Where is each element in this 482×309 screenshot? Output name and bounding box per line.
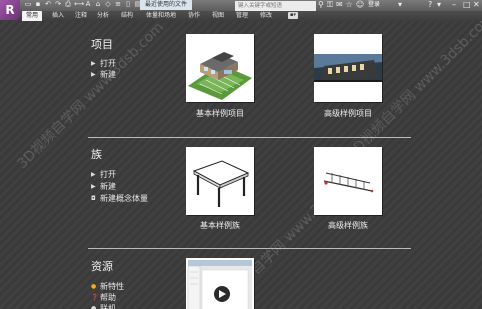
tab-modify[interactable]: 修改 bbox=[260, 11, 272, 21]
resources-online-link[interactable]: ● 联机 bbox=[91, 303, 116, 309]
resources-whats-new-link[interactable]: ● 新特性 bbox=[91, 281, 124, 292]
globe-icon: ● bbox=[91, 305, 97, 309]
new-file-icon: ▶ bbox=[91, 183, 96, 190]
video-screenshot-image bbox=[187, 260, 252, 309]
resources-help-label: 帮助 bbox=[100, 293, 116, 302]
projects-new-label: 新建 bbox=[100, 70, 116, 79]
basic-sample-project-thumbnail[interactable] bbox=[186, 34, 254, 102]
application-menu-button[interactable]: R bbox=[0, 0, 20, 20]
document-title: 最近使用的文件 bbox=[140, 0, 192, 10]
resources-whats-new-label: 新特性 bbox=[100, 282, 124, 291]
minimize-icon[interactable]: – bbox=[452, 0, 456, 9]
section-divider bbox=[88, 248, 411, 249]
projects-new-link[interactable]: ▶ 新建 bbox=[91, 69, 116, 80]
3d-view-icon[interactable]: ⌂ bbox=[94, 0, 102, 8]
help-dropdown-icon[interactable]: ▾ bbox=[437, 0, 441, 9]
watermark: 3D视频自学网 www.3dsb.com bbox=[14, 19, 168, 173]
tab-home[interactable]: 常用 bbox=[22, 11, 43, 21]
tab-collaborate[interactable]: 协作 bbox=[188, 11, 200, 21]
login-button[interactable]: 登录 bbox=[368, 0, 380, 10]
maximize-icon[interactable]: □ bbox=[463, 0, 471, 9]
resources-help-link[interactable]: ❓ 帮助 bbox=[91, 292, 116, 303]
tab-structure[interactable]: 结构 bbox=[121, 11, 133, 21]
tab-analyze[interactable]: 分析 bbox=[97, 11, 109, 21]
families-new-conceptual-mass-link[interactable]: ◘ 新建概念体量 bbox=[91, 193, 148, 204]
truss-model-image bbox=[323, 172, 374, 193]
open-folder-icon: ▶ bbox=[91, 60, 96, 67]
section-divider bbox=[88, 137, 411, 138]
projects-section-title: 项目 bbox=[91, 38, 113, 51]
section-icon[interactable]: ◇ bbox=[104, 0, 112, 8]
close-hidden-icon[interactable]: ▯ bbox=[124, 0, 132, 8]
close-icon[interactable]: ✕ bbox=[473, 0, 480, 9]
dropdown-icon[interactable]: ▾ bbox=[398, 0, 402, 9]
favorites-star-icon[interactable]: ☆ bbox=[346, 0, 353, 10]
tab-massing-site[interactable]: 体量和场地 bbox=[146, 11, 176, 21]
basic-sample-family-caption[interactable]: 基本样例族 bbox=[175, 220, 265, 231]
conceptual-mass-icon: ◘ bbox=[91, 195, 96, 202]
redo-icon[interactable]: ↷ bbox=[54, 0, 62, 8]
advanced-sample-family-thumbnail[interactable] bbox=[314, 147, 382, 215]
families-new-mass-label: 新建概念体量 bbox=[100, 194, 148, 203]
families-section-title: 族 bbox=[91, 148, 102, 161]
table-model-image bbox=[192, 160, 250, 207]
projects-open-label: 打开 bbox=[100, 59, 116, 68]
building-render-image bbox=[188, 52, 252, 100]
help-icon: ❓ bbox=[91, 294, 99, 301]
resources-section-title: 资源 bbox=[91, 260, 113, 273]
user-icon[interactable]: ☺ bbox=[356, 0, 364, 10]
open-folder-icon: ▶ bbox=[91, 171, 96, 178]
communication-icon[interactable]: ✉ bbox=[336, 0, 343, 10]
star-icon: ● bbox=[91, 283, 97, 290]
video-tutorial-thumbnail[interactable] bbox=[186, 258, 254, 309]
advanced-sample-project-caption[interactable]: 高级样例项目 bbox=[303, 108, 393, 119]
families-open-label: 打开 bbox=[100, 170, 116, 179]
print-icon[interactable]: ⎙ bbox=[64, 0, 72, 8]
tab-insert[interactable]: 插入 bbox=[52, 11, 64, 21]
help-button[interactable]: ? bbox=[428, 0, 432, 9]
tag-icon[interactable]: A bbox=[84, 0, 92, 8]
open-folder-icon[interactable]: ▭ bbox=[24, 0, 32, 8]
new-file-icon: ▶ bbox=[91, 71, 96, 78]
basic-sample-project-caption[interactable]: 基本样例项目 bbox=[175, 108, 265, 119]
thin-lines-icon[interactable]: ≡ bbox=[114, 0, 122, 8]
families-new-label: 新建 bbox=[100, 182, 116, 191]
search-icon[interactable]: ⚲ bbox=[318, 0, 324, 10]
app-logo-letter: R bbox=[5, 3, 15, 17]
search-input[interactable] bbox=[235, 1, 316, 11]
advanced-sample-family-caption[interactable]: 高级样例族 bbox=[303, 220, 393, 231]
resources-online-label: 联机 bbox=[100, 304, 116, 309]
undo-icon[interactable]: ↶ bbox=[44, 0, 52, 8]
subscription-icon[interactable]: ⚿ bbox=[327, 0, 333, 10]
tab-view[interactable]: 视图 bbox=[212, 11, 224, 21]
tab-annotate[interactable]: 注释 bbox=[75, 11, 87, 21]
projects-open-link[interactable]: ▶ 打开 bbox=[91, 58, 116, 69]
advanced-sample-project-thumbnail[interactable] bbox=[314, 34, 382, 102]
ribbon-tab-bar: 常用 插入 注释 分析 结构 体量和场地 协作 视图 管理 修改 ▪▾ bbox=[0, 11, 482, 21]
title-bar: ▭ ▪ ↶ ↷ ⎙ ⟷ A ⌂ ◇ ≡ ▯ ▤ ▾ 最近使用的文件 ⚲ ⚿ ✉ … bbox=[0, 0, 482, 11]
basic-sample-family-thumbnail[interactable] bbox=[186, 147, 254, 215]
families-new-link[interactable]: ▶ 新建 bbox=[91, 181, 116, 192]
save-icon[interactable]: ▪ bbox=[34, 0, 42, 8]
families-open-link[interactable]: ▶ 打开 bbox=[91, 169, 116, 180]
infocenter-toolbar: ⚲ ⚿ ✉ ☆ ☺ bbox=[318, 0, 364, 10]
quick-access-toolbar: ▭ ▪ ↶ ↷ ⎙ ⟷ A ⌂ ◇ ≡ ▯ ▤ ▾ bbox=[24, 0, 152, 10]
building-photo-image bbox=[314, 54, 382, 82]
tab-manage[interactable]: 管理 bbox=[236, 11, 248, 21]
revit-recent-files-window: 3D视频自学网 www.3dsb.com 3D视频自学网 www.3dsb.co… bbox=[0, 0, 482, 309]
ribbon-minimize-toggle[interactable]: ▪▾ bbox=[288, 12, 298, 19]
measure-icon[interactable]: ⟷ bbox=[74, 0, 84, 8]
